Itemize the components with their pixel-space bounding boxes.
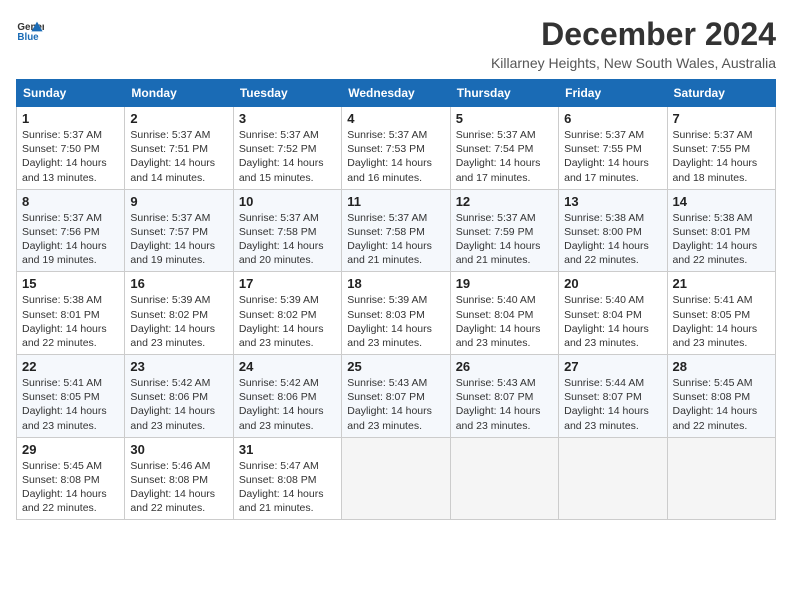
empty-cell-2 <box>450 437 558 520</box>
calendar-title: December 2024 <box>491 16 776 53</box>
day-10: 10 Sunrise: 5:37 AMSunset: 7:58 PMDaylig… <box>233 189 341 272</box>
header-saturday: Saturday <box>667 80 775 107</box>
day-20: 20 Sunrise: 5:40 AMSunset: 8:04 PMDaylig… <box>559 272 667 355</box>
page-header: General Blue December 2024 Killarney Hei… <box>16 16 776 71</box>
header-monday: Monday <box>125 80 233 107</box>
day-15: 15 Sunrise: 5:38 AMSunset: 8:01 PMDaylig… <box>17 272 125 355</box>
day-27: 27 Sunrise: 5:44 AMSunset: 8:07 PMDaylig… <box>559 355 667 438</box>
header-friday: Friday <box>559 80 667 107</box>
day-8: 8 Sunrise: 5:37 AMSunset: 7:56 PMDayligh… <box>17 189 125 272</box>
day-30: 30 Sunrise: 5:46 AMSunset: 8:08 PMDaylig… <box>125 437 233 520</box>
logo: General Blue <box>16 16 44 44</box>
day-12: 12 Sunrise: 5:37 AMSunset: 7:59 PMDaylig… <box>450 189 558 272</box>
title-area: December 2024 Killarney Heights, New Sou… <box>491 16 776 71</box>
day-21: 21 Sunrise: 5:41 AMSunset: 8:05 PMDaylig… <box>667 272 775 355</box>
day-2: 2 Sunrise: 5:37 AMSunset: 7:51 PMDayligh… <box>125 107 233 190</box>
day-3: 3 Sunrise: 5:37 AMSunset: 7:52 PMDayligh… <box>233 107 341 190</box>
day-19: 19 Sunrise: 5:40 AMSunset: 8:04 PMDaylig… <box>450 272 558 355</box>
day-6: 6 Sunrise: 5:37 AMSunset: 7:55 PMDayligh… <box>559 107 667 190</box>
day-1: 1 Sunrise: 5:37 AMSunset: 7:50 PMDayligh… <box>17 107 125 190</box>
header-sunday: Sunday <box>17 80 125 107</box>
day-17: 17 Sunrise: 5:39 AMSunset: 8:02 PMDaylig… <box>233 272 341 355</box>
day-31: 31 Sunrise: 5:47 AMSunset: 8:08 PMDaylig… <box>233 437 341 520</box>
header-thursday: Thursday <box>450 80 558 107</box>
day-22: 22 Sunrise: 5:41 AMSunset: 8:05 PMDaylig… <box>17 355 125 438</box>
header-wednesday: Wednesday <box>342 80 450 107</box>
week-row-3: 15 Sunrise: 5:38 AMSunset: 8:01 PMDaylig… <box>17 272 776 355</box>
day-23: 23 Sunrise: 5:42 AMSunset: 8:06 PMDaylig… <box>125 355 233 438</box>
empty-cell-4 <box>667 437 775 520</box>
day-29: 29 Sunrise: 5:45 AMSunset: 8:08 PMDaylig… <box>17 437 125 520</box>
day-7: 7 Sunrise: 5:37 AMSunset: 7:55 PMDayligh… <box>667 107 775 190</box>
calendar-table: Sunday Monday Tuesday Wednesday Thursday… <box>16 79 776 520</box>
empty-cell-1 <box>342 437 450 520</box>
day-16: 16 Sunrise: 5:39 AMSunset: 8:02 PMDaylig… <box>125 272 233 355</box>
day-14: 14 Sunrise: 5:38 AMSunset: 8:01 PMDaylig… <box>667 189 775 272</box>
svg-text:Blue: Blue <box>17 32 39 43</box>
week-row-1: 1 Sunrise: 5:37 AMSunset: 7:50 PMDayligh… <box>17 107 776 190</box>
weekday-header-row: Sunday Monday Tuesday Wednesday Thursday… <box>17 80 776 107</box>
day-28: 28 Sunrise: 5:45 AMSunset: 8:08 PMDaylig… <box>667 355 775 438</box>
day-26: 26 Sunrise: 5:43 AMSunset: 8:07 PMDaylig… <box>450 355 558 438</box>
week-row-4: 22 Sunrise: 5:41 AMSunset: 8:05 PMDaylig… <box>17 355 776 438</box>
week-row-5: 29 Sunrise: 5:45 AMSunset: 8:08 PMDaylig… <box>17 437 776 520</box>
header-tuesday: Tuesday <box>233 80 341 107</box>
day-13: 13 Sunrise: 5:38 AMSunset: 8:00 PMDaylig… <box>559 189 667 272</box>
day-18: 18 Sunrise: 5:39 AMSunset: 8:03 PMDaylig… <box>342 272 450 355</box>
day-4: 4 Sunrise: 5:37 AMSunset: 7:53 PMDayligh… <box>342 107 450 190</box>
day-9: 9 Sunrise: 5:37 AMSunset: 7:57 PMDayligh… <box>125 189 233 272</box>
calendar-subtitle: Killarney Heights, New South Wales, Aust… <box>491 55 776 71</box>
day-24: 24 Sunrise: 5:42 AMSunset: 8:06 PMDaylig… <box>233 355 341 438</box>
day-5: 5 Sunrise: 5:37 AMSunset: 7:54 PMDayligh… <box>450 107 558 190</box>
week-row-2: 8 Sunrise: 5:37 AMSunset: 7:56 PMDayligh… <box>17 189 776 272</box>
day-25: 25 Sunrise: 5:43 AMSunset: 8:07 PMDaylig… <box>342 355 450 438</box>
logo-icon: General Blue <box>16 16 44 44</box>
day-11: 11 Sunrise: 5:37 AMSunset: 7:58 PMDaylig… <box>342 189 450 272</box>
empty-cell-3 <box>559 437 667 520</box>
